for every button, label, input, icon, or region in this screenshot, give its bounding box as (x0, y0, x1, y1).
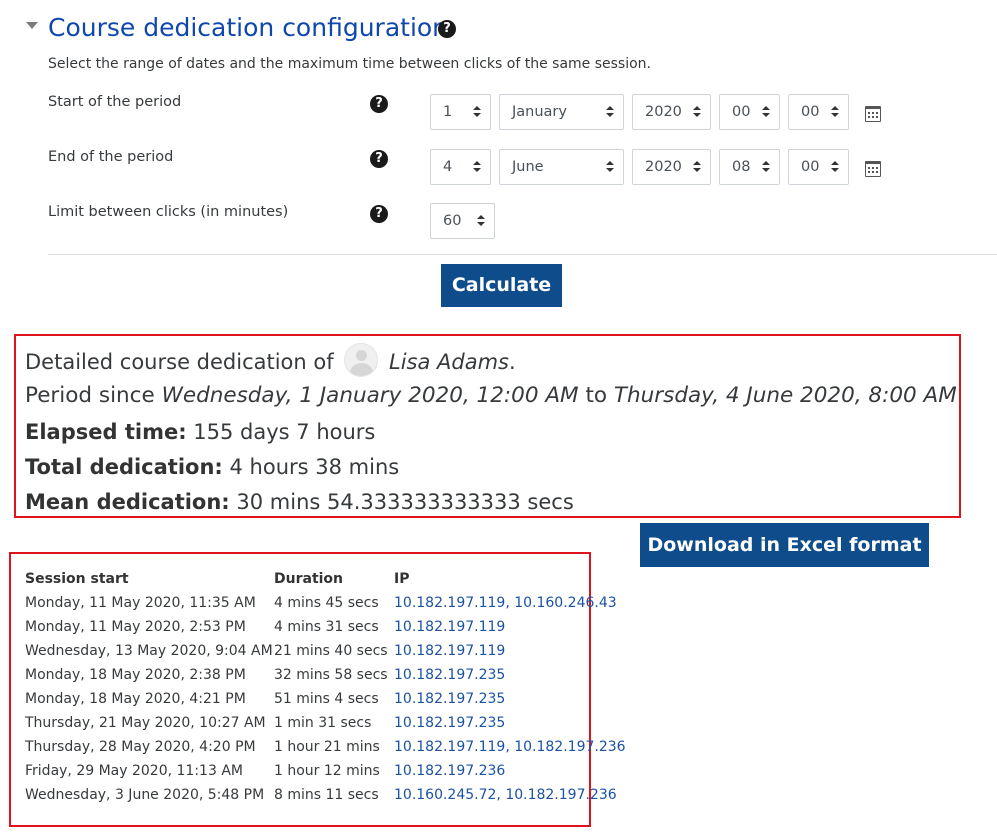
ip-cell[interactable]: 10.182.197.236 (394, 763, 505, 779)
chevron-updown-icon (693, 161, 701, 173)
column-header-ip: IP (394, 571, 410, 587)
help-icon[interactable]: ? (370, 205, 388, 223)
mean-dedication-line: Mean dedication: 30 mins 54.333333333333… (25, 490, 574, 514)
ip-cell[interactable]: 10.182.197.119, 10.160.246.43 (394, 595, 617, 611)
ip-cell[interactable]: 10.182.197.235 (394, 667, 505, 683)
total-dedication-line: Total dedication: 4 hours 38 mins (25, 455, 400, 479)
period-line: Period since Wednesday, 1 January 2020, … (25, 383, 957, 408)
session-start-cell: Monday, 18 May 2020, 2:38 PM (25, 667, 246, 683)
calendar-icon[interactable] (865, 161, 881, 177)
elapsed-time-line: Elapsed time: 155 days 7 hours (25, 420, 376, 444)
chevron-updown-icon (762, 106, 770, 118)
end-year-select[interactable]: 2020 (632, 149, 711, 185)
intro-text: Select the range of dates and the maximu… (48, 56, 651, 72)
duration-cell: 32 mins 58 secs (274, 667, 388, 683)
calendar-icon[interactable] (865, 106, 881, 122)
download-excel-button[interactable]: Download in Excel format (640, 523, 929, 567)
chevron-updown-icon (606, 161, 614, 173)
chevron-updown-icon (693, 106, 701, 118)
duration-cell: 1 min 31 secs (274, 715, 372, 731)
ip-cell[interactable]: 10.160.245.72, 10.182.197.236 (394, 787, 617, 803)
end-period-label: End of the period (48, 149, 174, 165)
duration-cell: 21 mins 40 secs (274, 643, 388, 659)
avatar[interactable] (344, 343, 379, 377)
chevron-updown-icon (477, 215, 485, 227)
session-start-cell: Friday, 29 May 2020, 11:13 AM (25, 763, 243, 779)
help-icon[interactable]: ? (370, 150, 388, 168)
session-start-cell: Monday, 11 May 2020, 11:35 AM (25, 595, 256, 611)
session-start-cell: Thursday, 28 May 2020, 4:20 PM (25, 739, 256, 755)
chevron-updown-icon (606, 106, 614, 118)
column-header-duration: Duration (274, 571, 344, 587)
chevron-updown-icon (831, 161, 839, 173)
sessions-table: Session start Duration IP Monday, 11 May… (9, 552, 626, 827)
duration-cell: 1 hour 12 mins (274, 763, 380, 779)
start-minute-select[interactable]: 00 (788, 94, 849, 130)
ip-cell[interactable]: 10.182.197.119 (394, 643, 505, 659)
help-icon[interactable]: ? (370, 95, 388, 113)
detailed-dedication-line: Detailed course dedication of Lisa Adams… (25, 343, 516, 377)
duration-cell: 4 mins 45 secs (274, 595, 379, 611)
session-start-cell: Thursday, 21 May 2020, 10:27 AM (25, 715, 266, 731)
ip-cell[interactable]: 10.182.197.119 (394, 619, 505, 635)
start-period-label: Start of the period (48, 94, 182, 110)
end-minute-select[interactable]: 00 (788, 149, 849, 185)
end-month-select[interactable]: June (499, 149, 624, 185)
dedication-summary: Detailed course dedication of Lisa Adams… (14, 334, 961, 518)
session-start-cell: Wednesday, 13 May 2020, 9:04 AM (25, 643, 273, 659)
chevron-updown-icon (473, 161, 481, 173)
user-name[interactable]: Lisa Adams (389, 350, 509, 374)
start-month-select[interactable]: January (499, 94, 624, 130)
duration-cell: 1 hour 21 mins (274, 739, 380, 755)
duration-cell: 4 mins 31 secs (274, 619, 379, 635)
calculate-button[interactable]: Calculate (441, 264, 562, 307)
duration-cell: 51 mins 4 secs (274, 691, 379, 707)
help-icon[interactable]: ? (438, 20, 456, 38)
limit-select[interactable]: 60 (430, 203, 495, 239)
chevron-updown-icon (831, 106, 839, 118)
start-day-select[interactable]: 1 (430, 94, 491, 130)
end-day-select[interactable]: 4 (430, 149, 491, 185)
ip-cell[interactable]: 10.182.197.235 (394, 715, 505, 731)
chevron-updown-icon (762, 161, 770, 173)
ip-cell[interactable]: 10.182.197.119, 10.182.197.236 (394, 739, 626, 755)
session-start-cell: Wednesday, 3 June 2020, 5:48 PM (25, 787, 265, 803)
ip-cell[interactable]: 10.182.197.235 (394, 691, 505, 707)
collapse-toggle-icon[interactable] (26, 22, 38, 29)
limit-label: Limit between clicks (in minutes) (48, 204, 289, 220)
divider (48, 254, 997, 255)
duration-cell: 8 mins 11 secs (274, 787, 379, 803)
session-start-cell: Monday, 18 May 2020, 4:21 PM (25, 691, 246, 707)
chevron-updown-icon (473, 106, 481, 118)
end-hour-select[interactable]: 08 (719, 149, 780, 185)
start-hour-select[interactable]: 00 (719, 94, 780, 130)
page-title: Course dedication configuration (48, 13, 449, 42)
start-year-select[interactable]: 2020 (632, 94, 711, 130)
session-start-cell: Monday, 11 May 2020, 2:53 PM (25, 619, 246, 635)
column-header-session-start: Session start (25, 571, 129, 587)
